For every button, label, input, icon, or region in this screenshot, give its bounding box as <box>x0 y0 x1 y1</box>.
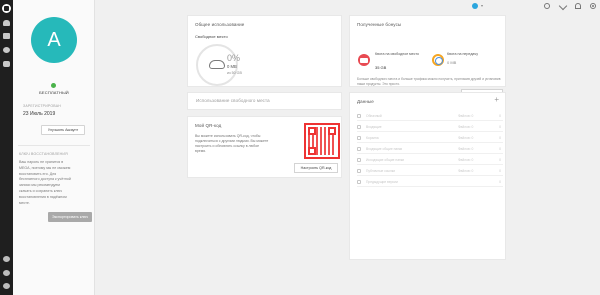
transfer-quota-value: 0 MB <box>447 60 457 65</box>
data-row-count: 0 <box>499 158 501 162</box>
qr-title: Мой QR-код <box>195 123 222 128</box>
bonus-description: Больше свободного места и больше трафика… <box>357 77 501 86</box>
chevron-down-icon[interactable]: ▾ <box>481 3 483 8</box>
data-row-value: Файлов: 0 <box>458 136 474 140</box>
data-row-count: 0 <box>499 147 501 151</box>
mega-logo-icon[interactable] <box>2 4 11 13</box>
folder-icon <box>357 158 361 162</box>
export-recovery-key-button[interactable]: Экспортировать ключ <box>48 212 92 222</box>
data-row[interactable]: Корзина Файлов: 0 0 <box>357 133 503 143</box>
registered-date: 23 Июль 2019 <box>23 111 56 117</box>
data-row-name: Входящие общие папки <box>366 147 403 151</box>
data-row-value: Файлов: 0 <box>458 158 474 162</box>
data-row-value: Файлов: 0 <box>458 114 474 118</box>
data-row-value: Файлов: 0 <box>458 147 474 151</box>
data-row-count: 0 <box>499 114 501 118</box>
upgrade-account-button[interactable]: Улучшить Аккаунт <box>41 125 85 135</box>
space-analysis-title: Использование свободного места <box>196 98 270 103</box>
data-row-count: 0 <box>499 125 501 129</box>
left-rail <box>0 0 13 295</box>
folder-icon <box>357 147 361 151</box>
gear-icon[interactable] <box>590 3 596 9</box>
profile-panel: A БЕСПЛАТНЫЙ ЗАРЕГИСТРИРОВАН 23 Июль 201… <box>13 0 95 295</box>
folder-icon <box>357 169 361 173</box>
notifications-bell-icon[interactable] <box>575 3 581 9</box>
folder-icon <box>357 125 361 129</box>
qr-code-image <box>304 123 340 159</box>
storage-quota-label: Квота на свободное место <box>375 52 420 56</box>
data-row[interactable]: Предыдущие версии 0 <box>357 177 503 187</box>
data-row-count: 0 <box>499 169 501 173</box>
qr-finder <box>328 127 336 135</box>
qr-finder <box>308 127 316 135</box>
data-row-value: Файлов: 0 <box>458 169 474 173</box>
avatar[interactable]: A <box>31 17 77 63</box>
bonus-title: Полученные бонусы <box>357 22 402 27</box>
user-badge[interactable] <box>472 3 478 9</box>
cloud-drive-icon[interactable] <box>3 20 10 26</box>
data-row[interactable]: Публичные ссылки Файлов: 0 0 <box>357 166 503 176</box>
storage-quota-value: 35 GB <box>375 65 387 70</box>
recovery-key-text: Ваш пароль не хранится в MEGA, поэтому м… <box>19 160 71 205</box>
qr-description: Вы можете использовать QR-код, чтобы под… <box>195 134 269 153</box>
data-row-count: 0 <box>499 180 501 184</box>
folder-icon <box>357 136 361 140</box>
data-row-value: Файлов: 0 <box>458 125 474 129</box>
transfer-quota-icon <box>432 54 444 66</box>
usage-subtitle: Свободное место <box>195 34 228 39</box>
achievements-icon[interactable] <box>558 1 568 11</box>
bonus-card: Полученные бонусы Квота на свободное мес… <box>349 15 506 99</box>
data-row[interactable]: Входящие Файлов: 0 0 <box>357 122 503 132</box>
storage-used: 0 MB <box>227 64 237 69</box>
plan-label: БЕСПЛАТНЫЙ <box>39 90 69 95</box>
transfer-quota-label: Квота на передачу <box>447 52 479 56</box>
space-analysis-card: Использование свободного места <box>187 92 342 110</box>
data-row-count: 0 <box>499 136 501 140</box>
data-row-name: Публичные ссылки <box>366 169 396 173</box>
top-header: ▾ <box>95 0 600 11</box>
folder-icon <box>357 180 361 184</box>
chat-icon[interactable] <box>3 61 10 67</box>
divider <box>18 145 90 146</box>
data-row-name: Предыдущие версии <box>366 180 398 184</box>
usage-card: Общее использование Свободное место 0% 0… <box>187 15 342 87</box>
folder-icon <box>357 114 361 118</box>
data-row-name: Входящие <box>366 125 382 129</box>
qr-finder <box>308 147 316 155</box>
storage-quota-icon <box>358 54 370 66</box>
data-title: Данные <box>357 99 374 104</box>
plan-status-icon <box>51 83 56 88</box>
recovery-key-title: КЛЮЧ ВОССТАНОВЛЕНИЯ <box>19 152 68 156</box>
storage-percent: 0% <box>227 53 241 63</box>
shared-folders-icon[interactable] <box>3 33 10 39</box>
qr-card: Мой QR-код Вы можете использовать QR-код… <box>187 116 342 178</box>
storage-total: из 50 GB <box>227 71 242 75</box>
data-row[interactable]: Входящие общие папки Файлов: 0 0 <box>357 144 503 154</box>
search-icon[interactable] <box>544 3 550 9</box>
transfers-icon[interactable] <box>3 256 10 262</box>
account-avatar-icon[interactable] <box>3 283 10 289</box>
settings-icon[interactable] <box>3 270 10 276</box>
data-card: Данные + Облачный Файлов: 0 0 Входящие Файло… <box>349 92 506 260</box>
configure-qr-button[interactable]: Настроить QR-код <box>294 163 338 173</box>
data-row[interactable]: Облачный Файлов: 0 0 <box>357 111 503 121</box>
data-row-name: Облачный <box>366 114 382 118</box>
cloud-icon <box>209 60 225 69</box>
registered-label: ЗАРЕГИСТРИРОВАН <box>23 104 61 108</box>
data-row-name: Корзина <box>366 136 379 140</box>
data-row-name: Исходящие общие папки <box>366 158 405 162</box>
data-row[interactable]: Исходящие общие папки Файлов: 0 0 <box>357 155 503 165</box>
usage-title: Общее использование <box>195 22 245 27</box>
add-icon[interactable]: + <box>494 96 499 104</box>
contacts-icon[interactable] <box>3 47 10 53</box>
